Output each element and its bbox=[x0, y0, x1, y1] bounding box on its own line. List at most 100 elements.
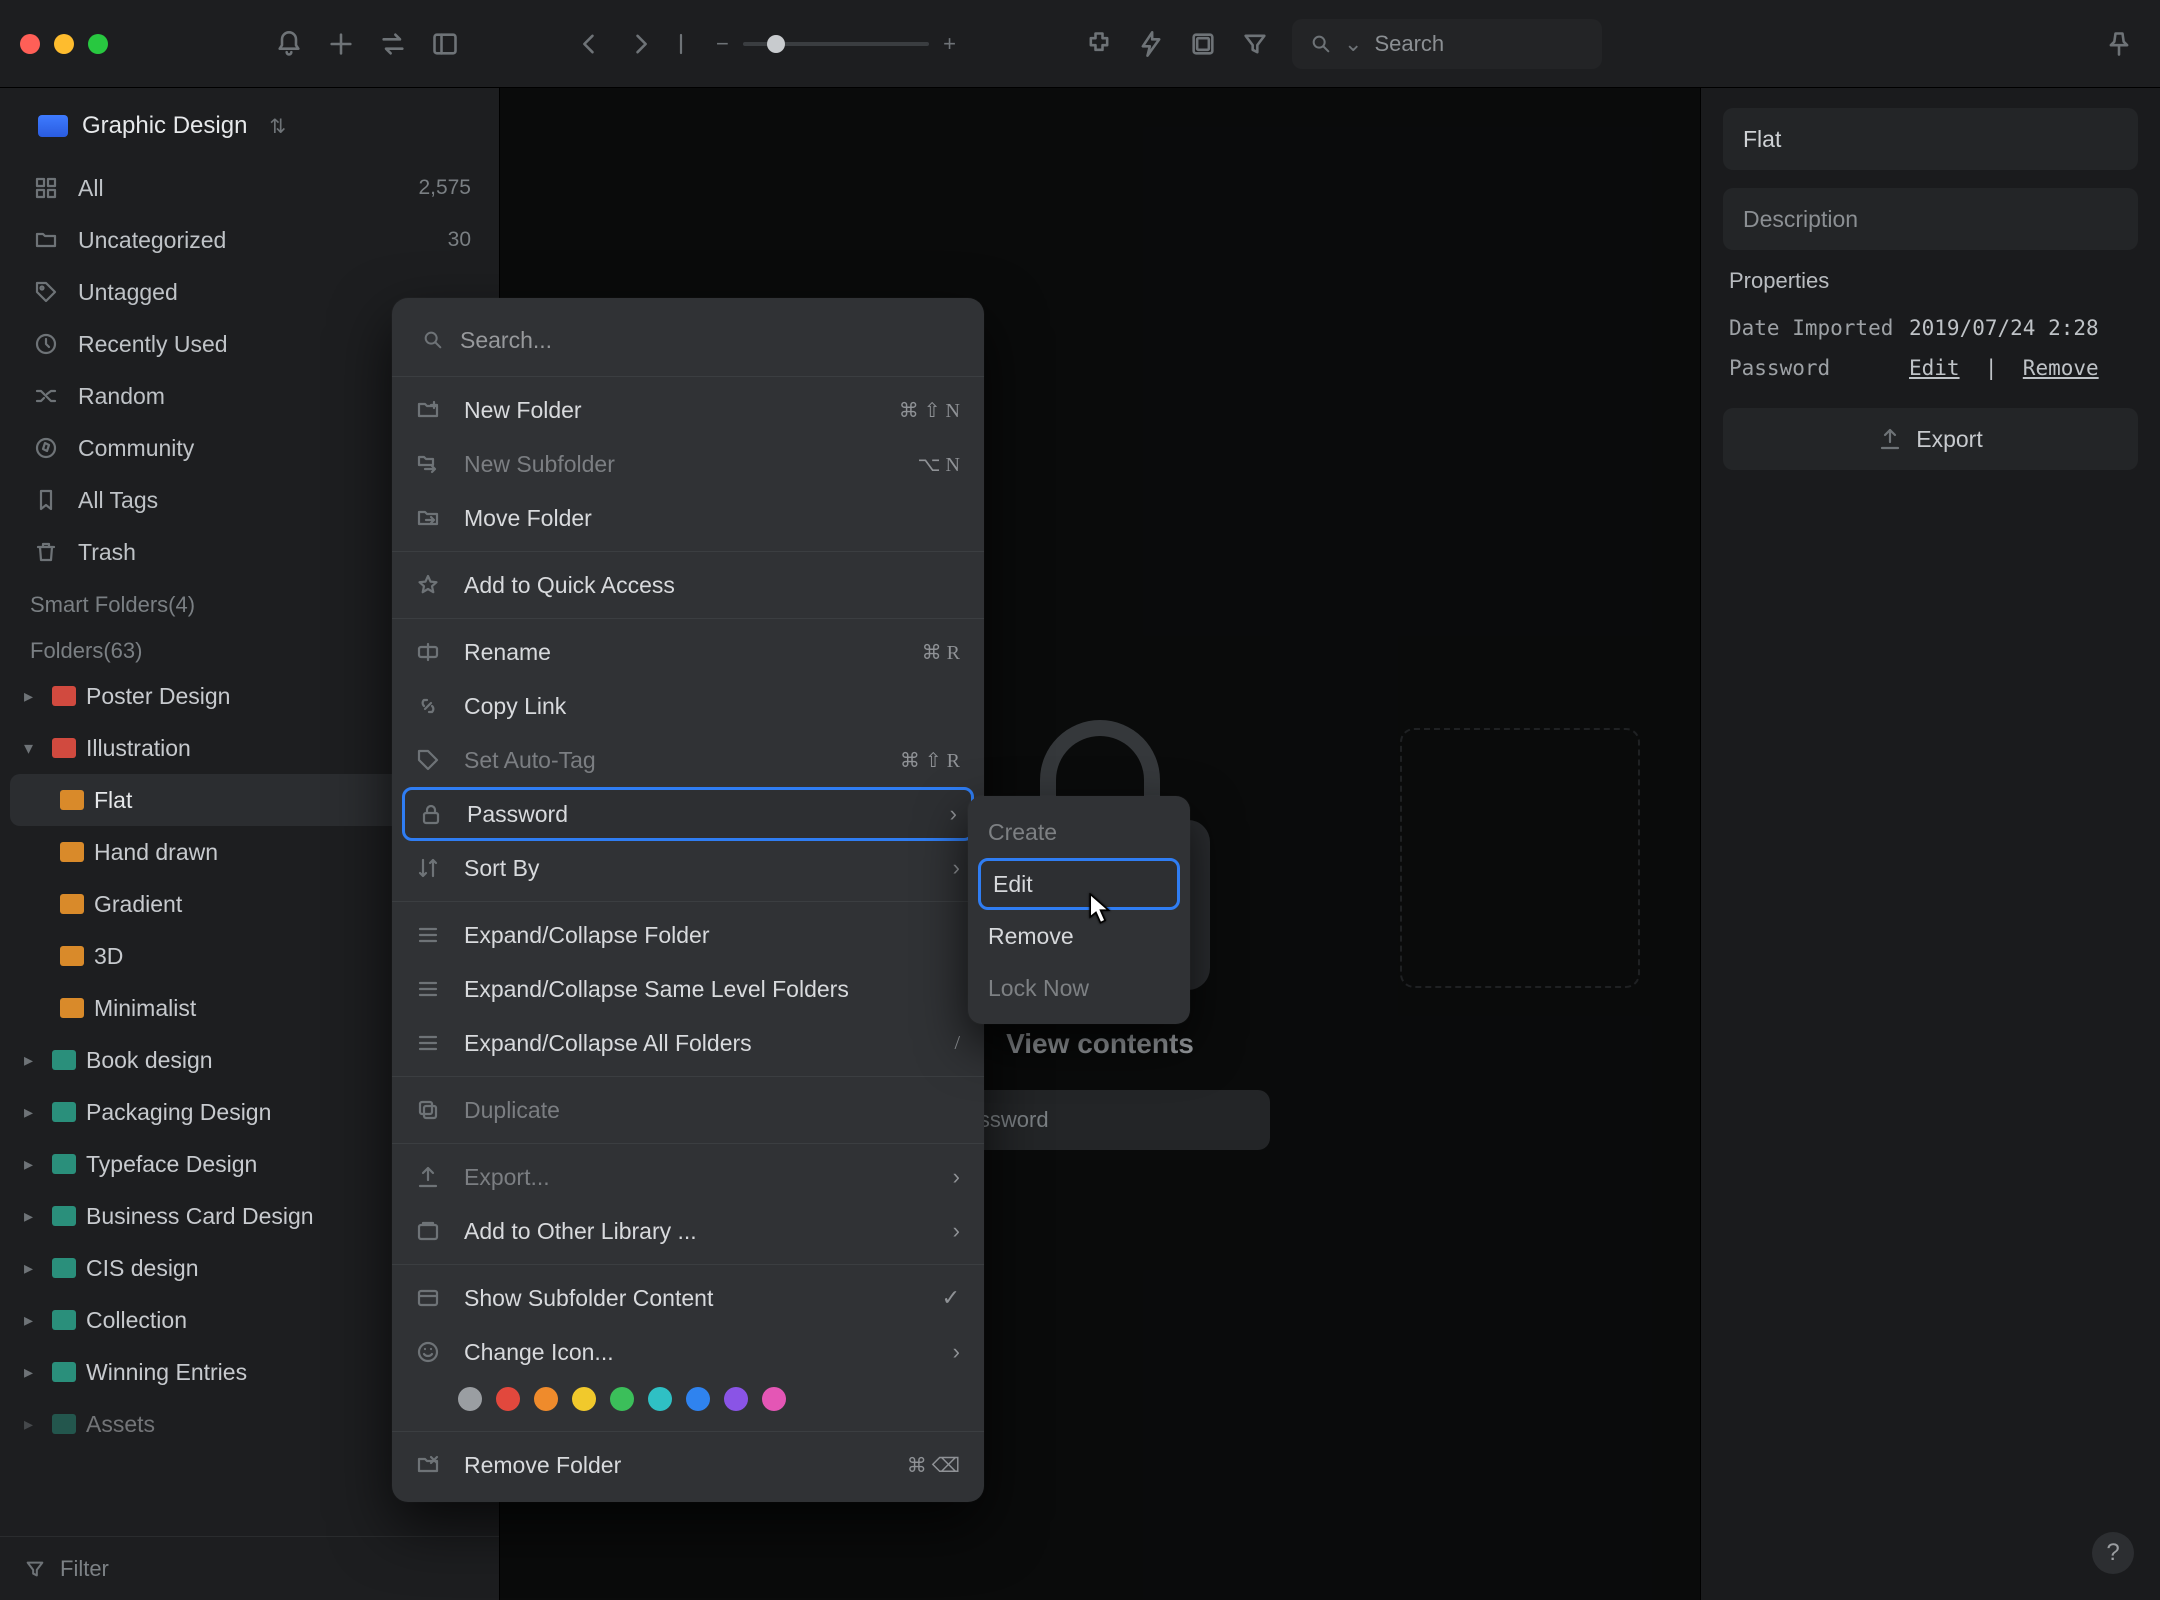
sidebar-toggle-icon[interactable] bbox=[424, 23, 466, 65]
submenu-edit[interactable]: Edit bbox=[978, 858, 1180, 910]
chevron-right-icon: › bbox=[950, 801, 957, 827]
list-icon bbox=[416, 923, 446, 947]
chevron-updown-icon: ⇅ bbox=[269, 114, 286, 139]
pin-icon[interactable] bbox=[2098, 23, 2140, 65]
description-field[interactable]: Description bbox=[1723, 188, 2138, 250]
list-icon bbox=[416, 1031, 446, 1055]
close-window[interactable] bbox=[20, 34, 40, 54]
search-input[interactable]: ⌄ Search bbox=[1292, 19, 1602, 69]
name-field[interactable]: Flat bbox=[1723, 108, 2138, 170]
subcontent-icon bbox=[416, 1286, 446, 1310]
swatch[interactable] bbox=[458, 1387, 482, 1411]
sort-icon bbox=[416, 856, 446, 880]
menu-change-icon[interactable]: Change Icon...› bbox=[392, 1325, 984, 1379]
menu-password[interactable]: Password› bbox=[402, 787, 974, 841]
menu-add-other-library[interactable]: Add to Other Library ...› bbox=[392, 1204, 984, 1258]
password-submenu: Create Edit Remove Lock Now bbox=[968, 796, 1190, 1024]
nav-forward-icon[interactable] bbox=[620, 23, 662, 65]
menu-new-subfolder[interactable]: New Subfolder⌥ N bbox=[392, 437, 984, 491]
menu-remove-folder[interactable]: Remove Folder⌘ ⌫ bbox=[392, 1438, 984, 1492]
menu-new-folder[interactable]: New Folder⌘ ⇧ N bbox=[392, 383, 984, 437]
titlebar: − + ⌄ Search bbox=[0, 0, 2160, 88]
search-placeholder: Search bbox=[1374, 31, 1444, 57]
swatch[interactable] bbox=[648, 1387, 672, 1411]
check-icon: ✓ bbox=[942, 1285, 960, 1311]
menu-copy-link[interactable]: Copy Link bbox=[392, 679, 984, 733]
swatch[interactable] bbox=[762, 1387, 786, 1411]
help-button[interactable]: ? bbox=[2092, 1532, 2134, 1574]
grid-icon bbox=[34, 176, 62, 200]
nav-uncategorized[interactable]: Uncategorized 30 bbox=[18, 214, 487, 266]
menu-expand-folder[interactable]: Expand/Collapse Folder bbox=[392, 908, 984, 962]
password-edit-link[interactable]: Edit bbox=[1909, 356, 1960, 380]
chevron-right-icon: › bbox=[953, 855, 960, 881]
menu-show-subfolder[interactable]: Show Subfolder Content✓ bbox=[392, 1271, 984, 1325]
swatch[interactable] bbox=[572, 1387, 596, 1411]
library-switcher[interactable]: Graphic Design ⇅ bbox=[26, 104, 481, 148]
bookmark-icon bbox=[34, 488, 62, 512]
bell-icon[interactable] bbox=[268, 23, 310, 65]
folder-icon bbox=[34, 228, 62, 252]
swatch[interactable] bbox=[496, 1387, 520, 1411]
export-icon bbox=[416, 1165, 446, 1189]
menu-expand-all[interactable]: Expand/Collapse All Folders/ bbox=[392, 1016, 984, 1070]
trash-icon bbox=[34, 540, 62, 564]
link-icon bbox=[416, 694, 446, 718]
submenu-create[interactable]: Create bbox=[968, 806, 1190, 858]
prop-date-imported: Date Imported 2019/07/24 2:28 bbox=[1723, 308, 2138, 348]
menu-move-folder[interactable]: Move Folder bbox=[392, 491, 984, 545]
properties-heading: Properties bbox=[1729, 268, 2132, 294]
folder-remove-icon bbox=[416, 1453, 446, 1477]
menu-rename[interactable]: Rename⌘ R bbox=[392, 625, 984, 679]
tag-icon bbox=[416, 748, 446, 772]
library-name: Graphic Design bbox=[82, 112, 247, 140]
subfolder-icon bbox=[416, 452, 446, 476]
zoom-window[interactable] bbox=[88, 34, 108, 54]
duplicate-icon bbox=[416, 1098, 446, 1122]
menu-auto-tag[interactable]: Set Auto-Tag⌘ ⇧ R bbox=[392, 733, 984, 787]
filter-icon[interactable] bbox=[1234, 23, 1276, 65]
context-menu: Search... New Folder⌘ ⇧ N New Subfolder⌥… bbox=[392, 298, 984, 1502]
menu-duplicate[interactable]: Duplicate bbox=[392, 1083, 984, 1137]
add-icon[interactable] bbox=[320, 23, 362, 65]
filter-bar[interactable]: Filter bbox=[0, 1536, 499, 1600]
submenu-lock-now[interactable]: Lock Now bbox=[968, 962, 1190, 1014]
password-remove-link[interactable]: Remove bbox=[2023, 356, 2099, 380]
tag-icon bbox=[34, 280, 62, 304]
compass-icon bbox=[34, 436, 62, 460]
smile-icon bbox=[416, 1340, 446, 1364]
library-icon bbox=[416, 1219, 446, 1243]
nav-back-icon[interactable] bbox=[568, 23, 610, 65]
layout-icon[interactable] bbox=[1182, 23, 1224, 65]
swatch[interactable] bbox=[534, 1387, 558, 1411]
extensions-icon[interactable] bbox=[1078, 23, 1120, 65]
zoom-slider[interactable]: − + bbox=[706, 31, 966, 57]
nav-all[interactable]: All 2,575 bbox=[18, 162, 487, 214]
list-icon bbox=[416, 977, 446, 1001]
clock-icon bbox=[34, 332, 62, 356]
menu-expand-same-level[interactable]: Expand/Collapse Same Level Folders bbox=[392, 962, 984, 1016]
minimize-window[interactable] bbox=[54, 34, 74, 54]
color-swatches bbox=[392, 1379, 984, 1425]
submenu-remove[interactable]: Remove bbox=[968, 910, 1190, 962]
swatch[interactable] bbox=[724, 1387, 748, 1411]
menu-sort-by[interactable]: Sort By› bbox=[392, 841, 984, 895]
folder-plus-icon bbox=[416, 398, 446, 422]
folder-move-icon bbox=[416, 506, 446, 530]
nav-divider bbox=[672, 23, 690, 65]
menu-export[interactable]: Export...› bbox=[392, 1150, 984, 1204]
shuffle-icon bbox=[34, 384, 62, 408]
star-icon bbox=[416, 573, 446, 597]
menu-search[interactable]: Search... bbox=[406, 312, 970, 368]
lock-icon bbox=[419, 802, 449, 826]
prop-password: Password Edit | Remove bbox=[1723, 348, 2138, 388]
library-icon bbox=[38, 115, 68, 137]
window-controls bbox=[20, 34, 108, 54]
inspector-panel: Flat Description Properties Date Importe… bbox=[1700, 88, 2160, 1600]
swatch[interactable] bbox=[610, 1387, 634, 1411]
swatch[interactable] bbox=[686, 1387, 710, 1411]
bolt-icon[interactable] bbox=[1130, 23, 1172, 65]
export-button[interactable]: Export bbox=[1723, 408, 2138, 470]
transfer-icon[interactable] bbox=[372, 23, 414, 65]
menu-quick-access[interactable]: Add to Quick Access bbox=[392, 558, 984, 612]
